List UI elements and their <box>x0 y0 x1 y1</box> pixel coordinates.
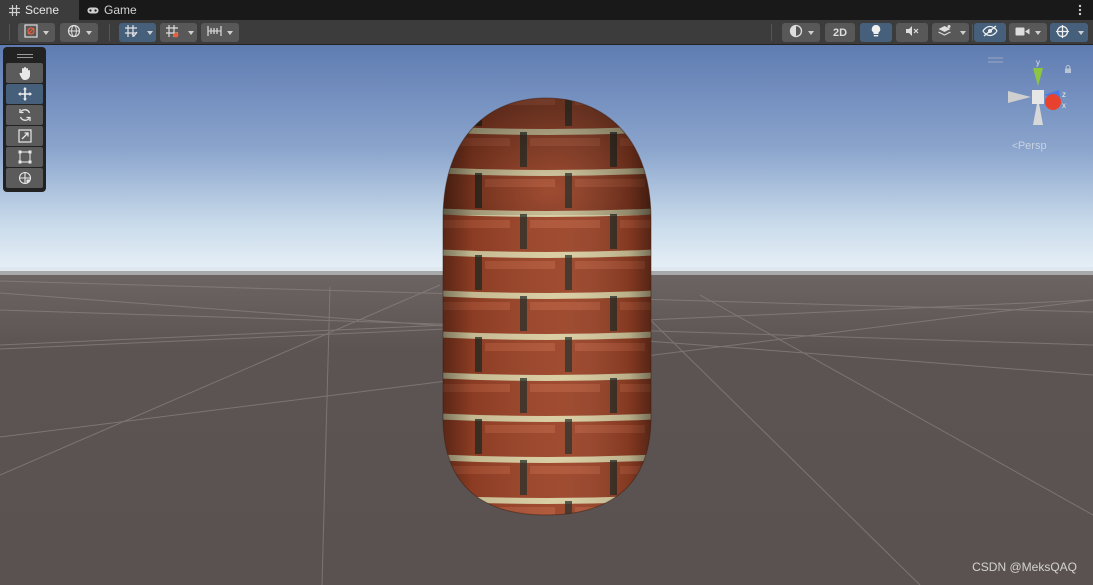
gizmos-toggle-button[interactable] <box>1050 23 1074 42</box>
overlay-drag-handle[interactable] <box>6 50 43 62</box>
shading-mode-dropdown[interactable] <box>782 23 820 42</box>
gizmo-menu-icon[interactable] <box>988 52 1003 63</box>
globe-icon <box>67 24 81 41</box>
chevron-down-icon <box>959 30 966 35</box>
rect-transform-icon <box>18 150 31 164</box>
lighting-toggle-button[interactable] <box>860 23 892 42</box>
toolbar-separator <box>972 24 973 41</box>
projection-label: Persp <box>1017 140 1047 152</box>
grid-snap-icon <box>165 24 179 41</box>
grid-icon <box>8 4 20 16</box>
camera-settings-dropdown[interactable] <box>1009 23 1047 42</box>
transform-tool-button[interactable] <box>6 168 43 188</box>
transform-icon <box>18 171 31 185</box>
gizmo-icon <box>1055 24 1070 42</box>
tab-game[interactable]: Game <box>79 0 145 20</box>
sphere-icon <box>789 24 803 41</box>
scene-background <box>0 45 1093 585</box>
chevron-down-icon <box>807 30 814 35</box>
rotate-icon <box>18 109 31 121</box>
grid-snap-icon <box>124 24 138 41</box>
snap-options-dropdown[interactable] <box>184 23 197 42</box>
gizmo-x-label: x <box>1062 101 1066 110</box>
chevron-down-icon <box>85 30 92 35</box>
rotate-tool-button[interactable] <box>6 105 43 125</box>
shading-mode-icon <box>24 24 38 41</box>
tab-game-label: Game <box>104 3 137 17</box>
scale-icon <box>17 129 32 143</box>
lightbulb-icon <box>870 24 882 41</box>
gizmos-options-dropdown[interactable] <box>1074 23 1088 42</box>
tab-scene[interactable]: Scene <box>0 0 79 20</box>
toolbar-separator <box>9 24 10 41</box>
effects-toggle-button[interactable] <box>932 23 956 42</box>
scene-toolbar: 2D <box>0 20 1093 45</box>
toggle-2d-button[interactable]: 2D <box>825 23 855 42</box>
ruler-icon <box>207 25 222 40</box>
audio-toggle-button[interactable] <box>896 23 928 42</box>
move-tool-button[interactable] <box>6 84 43 104</box>
scene-viewport[interactable] <box>0 45 1093 585</box>
toolbar-separator <box>771 24 772 41</box>
toolbar-separator <box>109 24 110 41</box>
chevron-down-icon <box>227 30 233 35</box>
chevron-down-icon <box>43 30 49 35</box>
rect-tool-button[interactable] <box>6 147 43 167</box>
chevron-down-icon <box>1035 30 1041 35</box>
grid-options-dropdown[interactable] <box>143 23 156 42</box>
more-options-icon[interactable] <box>1075 3 1085 17</box>
increment-snap-dropdown[interactable] <box>201 23 239 42</box>
scene-tab-bar: Scene Game <box>0 0 1093 20</box>
speaker-muted-icon <box>905 25 919 40</box>
watermark: CSDN @MeksQAQ <box>972 560 1077 574</box>
hand-tool-button[interactable] <box>6 63 43 83</box>
eye-slash-icon <box>982 25 998 40</box>
scale-tool-button[interactable] <box>6 126 43 146</box>
gizmo-z-label: z <box>1062 90 1066 99</box>
video-camera-icon <box>1015 26 1030 40</box>
hand-icon <box>18 67 30 80</box>
projection-toggle[interactable]: <Persp <box>1012 140 1047 152</box>
scene-visibility-toggle-button[interactable] <box>974 23 1006 42</box>
snap-increment-button[interactable] <box>160 23 184 42</box>
effects-options-dropdown[interactable] <box>956 23 969 42</box>
chevron-down-icon <box>1078 30 1084 35</box>
gizmo-y-label: y <box>1036 58 1040 67</box>
chevron-down-icon <box>187 30 194 35</box>
layers-icon <box>937 24 952 41</box>
global-local-dropdown[interactable] <box>60 23 98 42</box>
draw-mode-dropdown[interactable] <box>18 23 55 42</box>
orientation-gizmo[interactable]: y z x <box>1003 55 1073 130</box>
chevron-down-icon <box>146 30 153 35</box>
move-icon <box>17 87 32 101</box>
tab-scene-label: Scene <box>25 3 60 17</box>
grid-visibility-button[interactable] <box>119 23 143 42</box>
transform-tools-overlay <box>3 47 46 192</box>
gamepad-icon <box>87 4 99 16</box>
